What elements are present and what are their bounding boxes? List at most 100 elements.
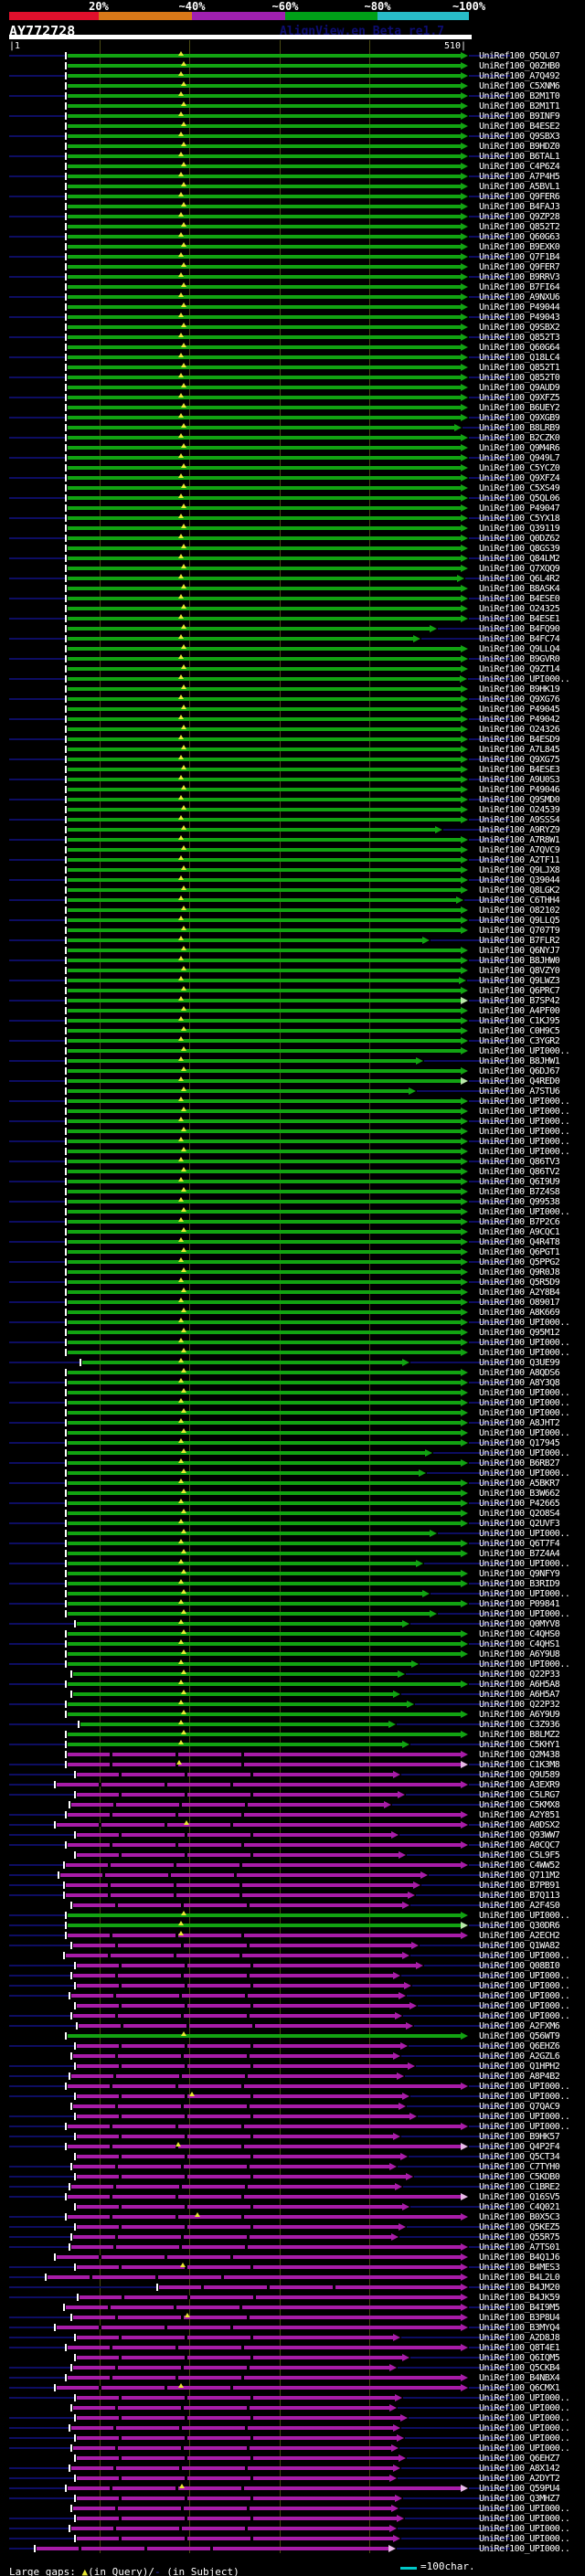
hit-label[interactable]: UniRef100_A4PF00	[479, 1007, 560, 1016]
alignment-bar[interactable]	[68, 486, 461, 490]
alignment-bar[interactable]	[68, 94, 461, 98]
alignment-bar[interactable]	[73, 2014, 395, 2018]
alignment-bar[interactable]	[68, 758, 461, 761]
alignment-bar[interactable]	[77, 2356, 402, 2359]
hit-label[interactable]: UniRef100_B7Z4A4	[479, 1550, 560, 1559]
alignment-bar[interactable]	[68, 908, 461, 912]
hit-label[interactable]: UniRef100_UPI000..	[479, 1982, 570, 1991]
hit-label[interactable]: UniRef100_Q6EHZ6	[479, 2042, 560, 2051]
alignment-bar[interactable]	[68, 114, 461, 118]
alignment-bar[interactable]	[71, 2245, 461, 2249]
hit-label[interactable]: UniRef100_Q6IQM5	[479, 2354, 560, 2363]
alignment-bar[interactable]	[68, 1532, 430, 1535]
alignment-bar[interactable]	[71, 2426, 393, 2430]
hit-label[interactable]: UniRef100_B3P8U4	[479, 2314, 560, 2323]
hit-label[interactable]: UniRef100_Q852T1	[479, 364, 560, 373]
hit-label[interactable]: UniRef100_UPI000..	[479, 2404, 570, 2413]
hit-label[interactable]: UniRef100_B4ESE2	[479, 122, 560, 132]
alignment-bar[interactable]	[68, 1481, 461, 1485]
hit-label[interactable]: UniRef100_B7FI64	[479, 283, 560, 292]
alignment-bar[interactable]	[68, 396, 461, 399]
hit-label[interactable]: UniRef100_UPI000..	[479, 1449, 570, 1458]
hit-label[interactable]: UniRef100_Q16SV5	[479, 2193, 560, 2202]
alignment-bar[interactable]	[66, 1954, 402, 1957]
alignment-bar[interactable]	[68, 1099, 461, 1103]
alignment-bar[interactable]	[71, 1803, 384, 1807]
alignment-bar[interactable]	[77, 2436, 397, 2440]
alignment-bar[interactable]	[68, 788, 461, 791]
alignment-bar[interactable]	[68, 1039, 461, 1043]
hit-label[interactable]: UniRef100_Q30DR6	[479, 1922, 560, 1931]
alignment-bar[interactable]	[71, 2074, 397, 2078]
alignment-bar[interactable]	[68, 979, 459, 982]
alignment-bar[interactable]	[66, 1863, 461, 1867]
hit-label[interactable]: UniRef100_Q39044	[479, 876, 560, 885]
hit-label[interactable]: UniRef100_A9NXU6	[479, 293, 560, 302]
hit-label[interactable]: UniRef100_Q9SBX3	[479, 133, 560, 142]
alignment-bar[interactable]	[77, 2225, 399, 2229]
alignment-bar[interactable]	[68, 717, 461, 721]
alignment-bar[interactable]	[71, 1994, 399, 1998]
hit-label[interactable]: UniRef100_UPI000..	[479, 1148, 570, 1157]
hit-label[interactable]: UniRef100_Q7QAC9	[479, 2103, 560, 2112]
alignment-bar[interactable]	[80, 1723, 388, 1726]
hit-label[interactable]: UniRef100_UPI000..	[479, 2093, 570, 2102]
hit-label[interactable]: UniRef100_Q99538	[479, 1198, 560, 1207]
hit-label[interactable]: UniRef100_C3YGR2	[479, 1037, 560, 1046]
alignment-bar[interactable]	[68, 858, 461, 862]
hit-label[interactable]: UniRef100_Q9XG75	[479, 756, 560, 765]
alignment-bar[interactable]	[68, 1170, 461, 1173]
hit-label[interactable]: UniRef100_A6Y9U9	[479, 1711, 560, 1720]
alignment-bar[interactable]	[73, 2446, 391, 2450]
alignment-bar[interactable]	[68, 476, 461, 480]
hit-label[interactable]: UniRef100_B4ESE0	[479, 595, 560, 604]
alignment-bar[interactable]	[68, 647, 461, 651]
alignment-bar[interactable]	[68, 1411, 461, 1415]
alignment-bar[interactable]	[73, 1672, 398, 1676]
hit-label[interactable]: UniRef100_B4MES3	[479, 2263, 560, 2273]
alignment-bar[interactable]	[77, 2044, 400, 2048]
hit-label[interactable]: UniRef100_UPI000..	[479, 2394, 570, 2403]
hit-label[interactable]: UniRef100_Q9R0J8	[479, 1268, 560, 1277]
hit-label[interactable]: UniRef100_UPI000..	[479, 1469, 570, 1479]
alignment-bar[interactable]	[77, 2476, 389, 2480]
alignment-bar[interactable]	[68, 466, 461, 470]
hit-label[interactable]: UniRef100_A2TF11	[479, 856, 560, 865]
alignment-bar[interactable]	[73, 2507, 391, 2510]
hit-label[interactable]: UniRef100_UPI000..	[479, 1972, 570, 1981]
alignment-bar[interactable]	[82, 1361, 402, 1364]
hit-label[interactable]: UniRef100_UPI000..	[479, 1389, 570, 1398]
alignment-bar[interactable]	[68, 778, 461, 781]
alignment-bar[interactable]	[68, 1642, 461, 1646]
hit-label[interactable]: UniRef100_B4Q1J6	[479, 2253, 560, 2263]
hit-label[interactable]: UniRef100_C0H9C5	[479, 1027, 560, 1036]
alignment-bar[interactable]	[68, 225, 461, 228]
alignment-bar[interactable]	[68, 1351, 461, 1354]
hit-label[interactable]: UniRef100_Q9M4R6	[479, 444, 560, 453]
alignment-bar[interactable]	[68, 416, 461, 419]
hit-label[interactable]: UniRef100_C6THH4	[479, 896, 560, 906]
alignment-bar[interactable]	[68, 1079, 461, 1083]
hit-label[interactable]: UniRef100_Q9LJX8	[479, 866, 560, 875]
hit-label[interactable]: UniRef100_B9RRV3	[479, 273, 560, 282]
hit-label[interactable]: UniRef100_UPI000..	[479, 1108, 570, 1117]
hit-label[interactable]: UniRef100_B4ESE1	[479, 615, 560, 624]
hit-label[interactable]: UniRef100_C5XS49	[479, 484, 560, 493]
alignment-bar[interactable]	[68, 1451, 425, 1455]
alignment-bar[interactable]	[68, 1210, 461, 1214]
alignment-bar[interactable]	[68, 1511, 461, 1515]
hit-label[interactable]: UniRef100_UPI000..	[479, 1992, 570, 2001]
hit-label[interactable]: UniRef100_Q6PGT1	[479, 1248, 560, 1257]
alignment-bar[interactable]	[68, 1059, 416, 1063]
alignment-bar[interactable]	[68, 1129, 461, 1133]
hit-label[interactable]: UniRef100_Q6I9U9	[479, 1178, 560, 1187]
hit-label[interactable]: UniRef100_B4ESE3	[479, 766, 560, 775]
hit-label[interactable]: UniRef100_Q39119	[479, 525, 560, 534]
alignment-bar[interactable]	[80, 2295, 461, 2299]
alignment-bar[interactable]	[68, 818, 461, 822]
hit-label[interactable]: UniRef100_B4FAJ3	[479, 203, 560, 212]
hit-label[interactable]: UniRef100_A7TS01	[479, 2243, 560, 2253]
alignment-bar[interactable]	[68, 84, 461, 88]
alignment-bar[interactable]	[68, 1069, 461, 1073]
hit-label[interactable]: UniRef100_UPI000..	[479, 2002, 570, 2011]
